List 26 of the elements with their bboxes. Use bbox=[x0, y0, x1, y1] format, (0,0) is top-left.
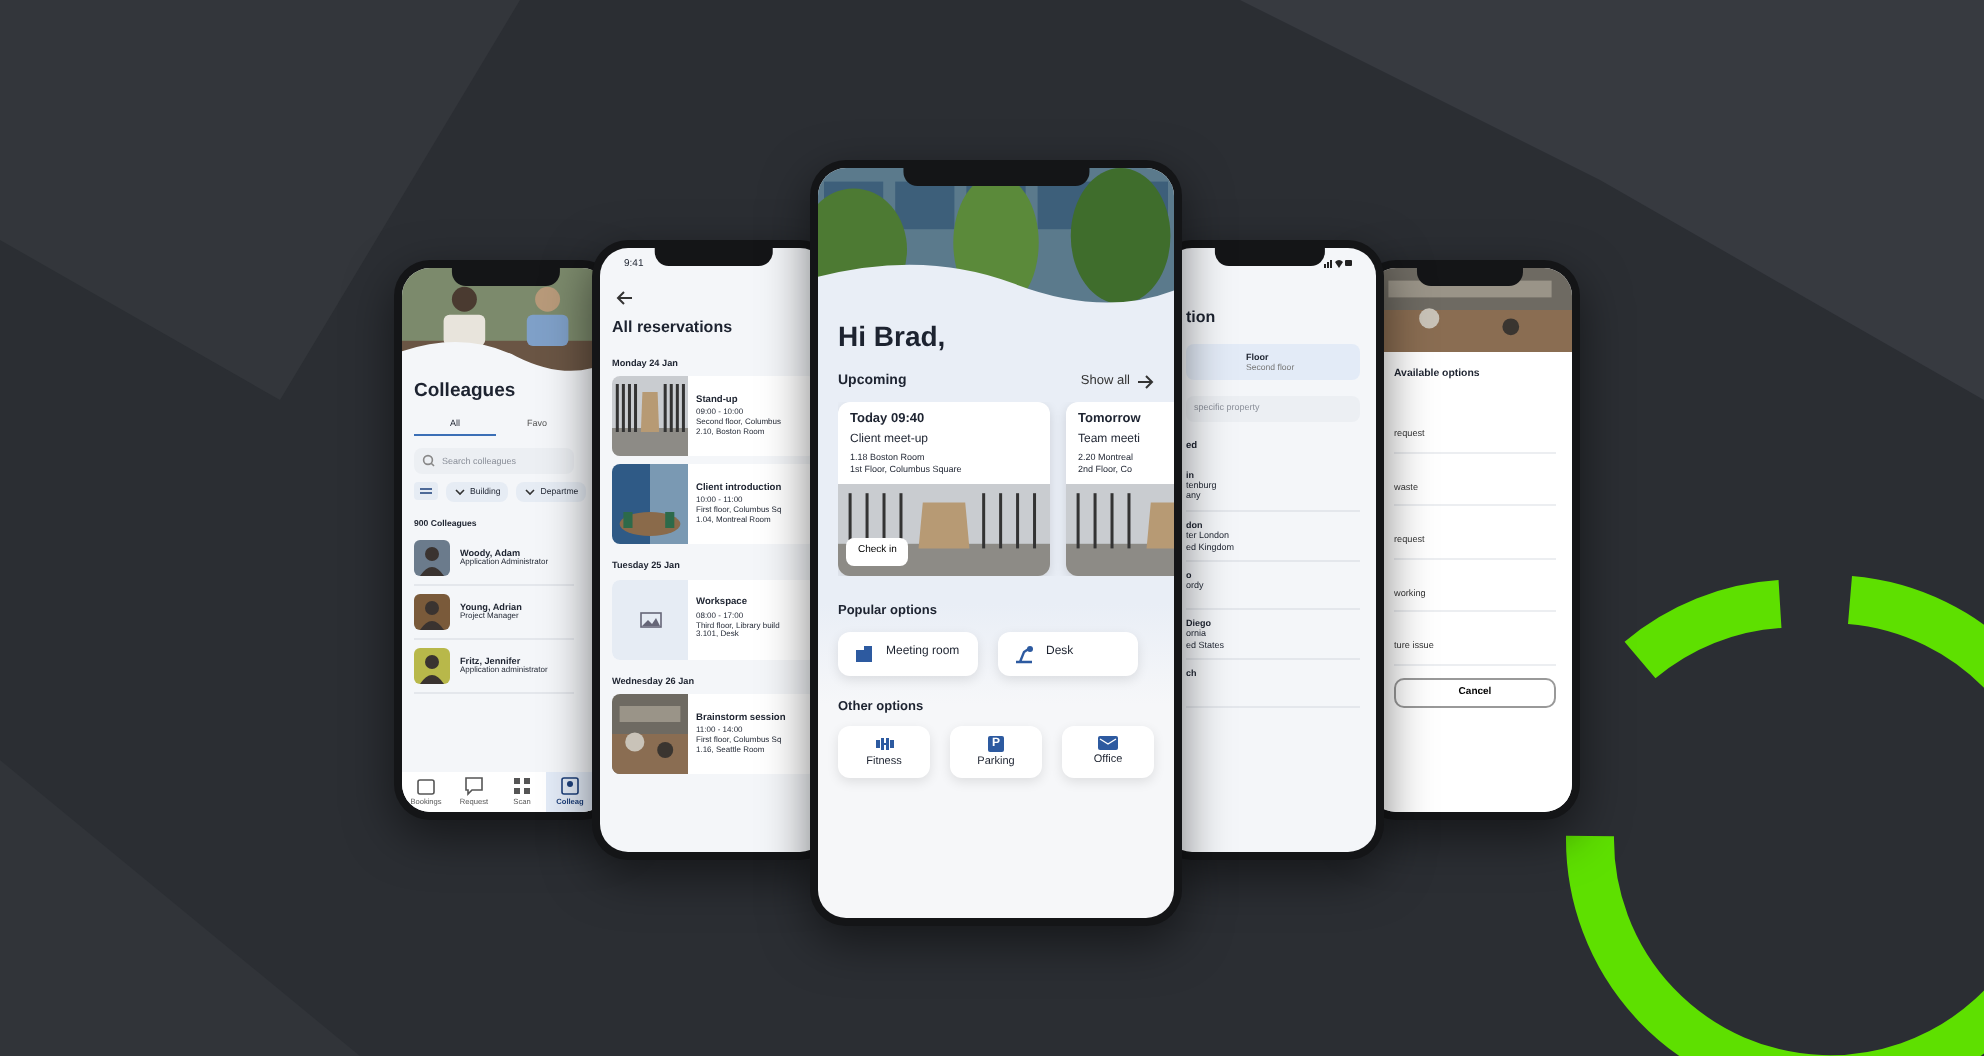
page-title: All reservations bbox=[612, 318, 735, 338]
image-icon bbox=[639, 611, 661, 628]
desk-lamp-icon bbox=[1014, 643, 1034, 664]
notch bbox=[451, 268, 561, 286]
page-title: tion bbox=[1186, 308, 1218, 328]
arrow-right-icon bbox=[1138, 373, 1154, 390]
chat-icon[interactable] bbox=[464, 776, 484, 797]
avatar-icon bbox=[414, 593, 450, 630]
back-icon[interactable] bbox=[616, 290, 634, 306]
notch bbox=[1416, 268, 1524, 286]
greeting: Hi Brad, bbox=[838, 320, 948, 354]
notch bbox=[654, 248, 774, 266]
avatar-icon bbox=[414, 647, 450, 684]
filter-icon[interactable] bbox=[414, 481, 438, 500]
page-title: Colleagues bbox=[414, 380, 518, 403]
grid-icon[interactable] bbox=[512, 776, 532, 797]
dumbbell-icon bbox=[875, 735, 893, 752]
status-icons bbox=[1324, 258, 1352, 268]
notch bbox=[1214, 248, 1326, 266]
calendar-icon[interactable] bbox=[416, 776, 436, 797]
envelope-icon bbox=[1098, 735, 1118, 750]
person-icon[interactable] bbox=[560, 776, 580, 797]
avatar-icon bbox=[414, 539, 450, 576]
chevron-icon bbox=[524, 485, 537, 498]
chevron-icon bbox=[454, 485, 466, 498]
search-icon bbox=[422, 453, 436, 468]
